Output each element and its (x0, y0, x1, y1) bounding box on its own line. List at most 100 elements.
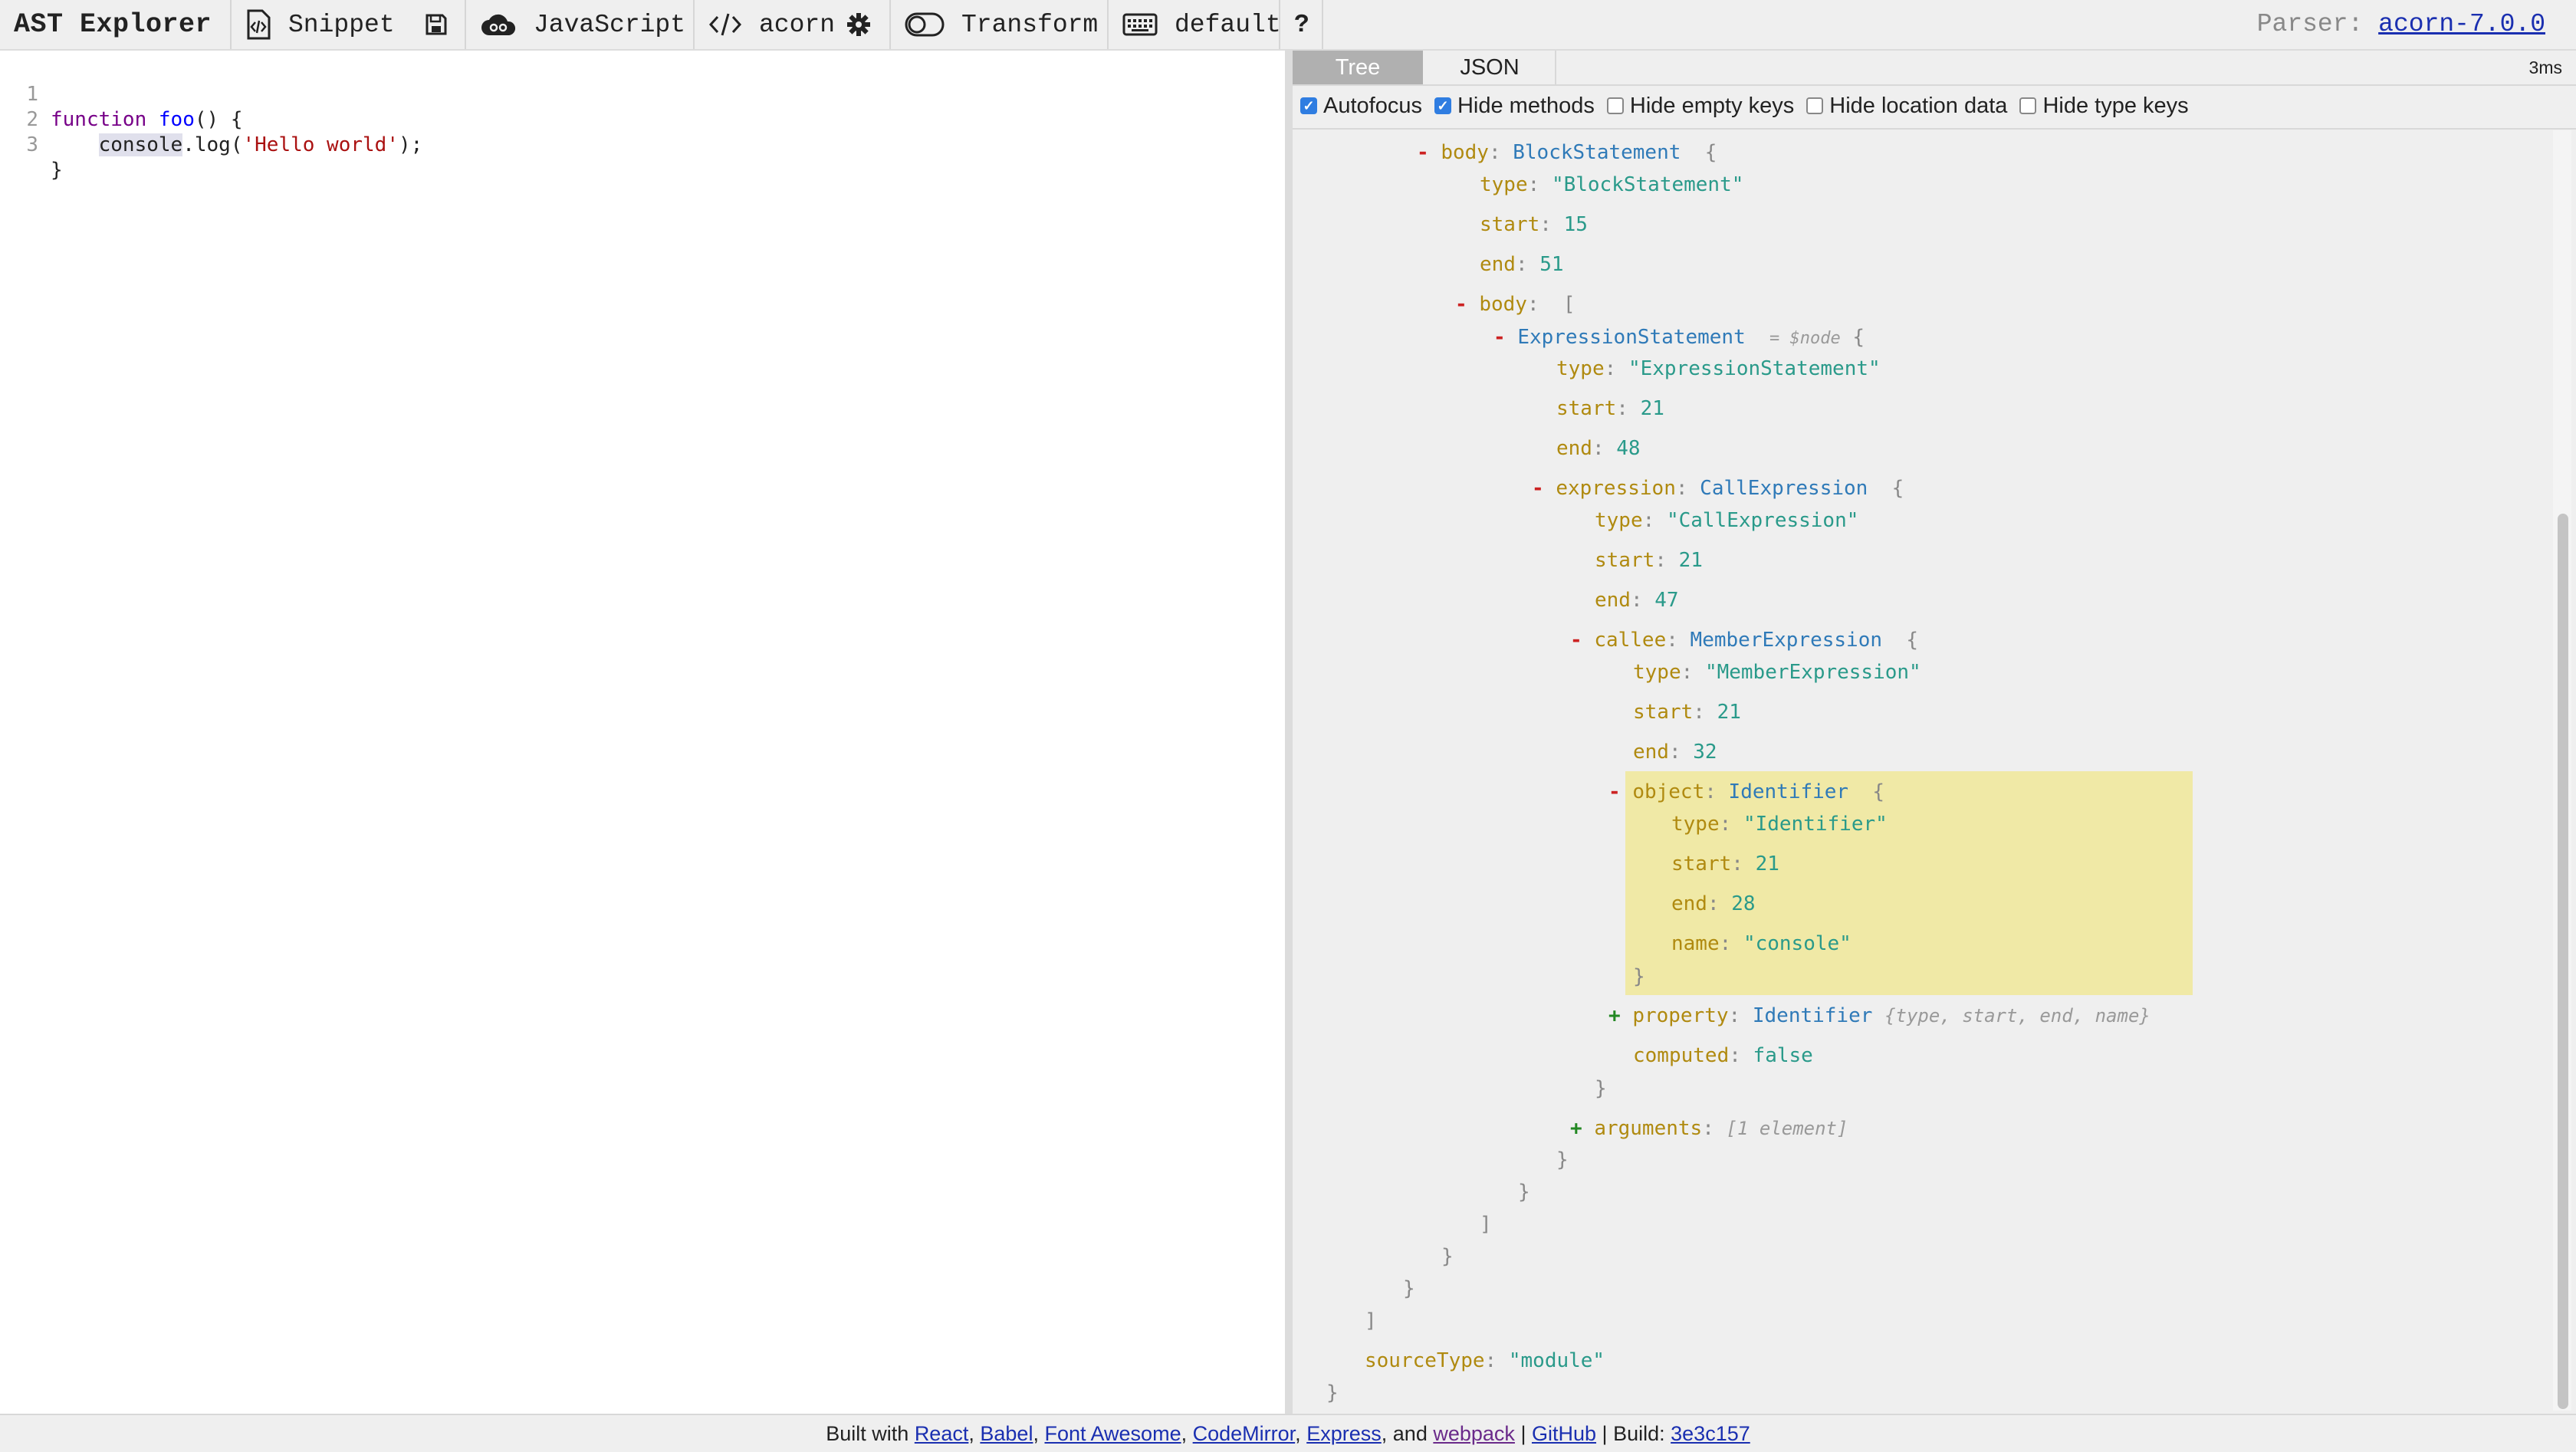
tree-node-arguments[interactable]: + arguments: [1 element] (1570, 1115, 1848, 1142)
tree-key: type (1480, 173, 1528, 196)
tree-close: } (1633, 964, 1645, 990)
help-icon: ? (1294, 10, 1309, 39)
tree-node-body-array[interactable]: - body: [ (1455, 291, 1576, 317)
code-text: .log( (182, 133, 243, 156)
express-link[interactable]: Express (1306, 1422, 1382, 1445)
collapse-toggle[interactable]: - (1570, 629, 1582, 652)
fontawesome-link[interactable]: Font Awesome (1044, 1422, 1181, 1445)
hide-type-keys-checkbox[interactable] (2019, 97, 2037, 114)
tree-bracket: ] (1480, 1213, 1492, 1236)
code-function-name: foo (158, 108, 195, 131)
babel-link[interactable]: Babel (980, 1422, 1033, 1445)
footer-comma: , (1381, 1422, 1388, 1445)
node-note: = $node (1769, 329, 1841, 348)
tree-key: start (1480, 213, 1540, 236)
tree-node-object[interactable]: - object: Identifier { (1608, 779, 1884, 805)
save-icon (425, 13, 448, 36)
tree-close: ] (1365, 1308, 1377, 1334)
github-link[interactable]: GitHub (1532, 1422, 1596, 1445)
tree-brace: { (1852, 326, 1865, 349)
tree-prop: start: 21 (1595, 549, 1703, 572)
tree-prop: end: 28 (1671, 892, 1756, 915)
tree-brace: { (1891, 477, 1904, 500)
hide-methods-checkbox[interactable] (1434, 97, 1451, 114)
tree-close: ] (1480, 1211, 1492, 1237)
collapse-toggle[interactable]: - (1417, 141, 1429, 164)
tree-node-property[interactable]: + property: Identifier {type, start, end… (1608, 1003, 2150, 1029)
tree-prop: start: 21 (1671, 852, 1779, 875)
gear-icon (846, 12, 871, 37)
tree-bracket: [ (1562, 293, 1576, 316)
tree-value: "CallExpression" (1666, 509, 1859, 532)
collapse-toggle[interactable]: - (1608, 780, 1621, 803)
tree-node-expression[interactable]: - expression: CallExpression { (1532, 475, 1904, 501)
hide-location-data-checkbox[interactable] (1806, 97, 1824, 114)
tree-prop: type: "ExpressionStatement" (1556, 357, 1881, 380)
footer-comma: , (1033, 1422, 1039, 1445)
hide-empty-keys-checkbox[interactable] (1606, 97, 1624, 114)
tree-node-type: MemberExpression (1690, 629, 1882, 652)
toggle-icon (905, 12, 945, 37)
snippet-button[interactable]: Snippet (232, 0, 411, 49)
tree-value: 47 (1654, 589, 1679, 612)
code-keyword: function (51, 108, 147, 131)
autofocus-checkbox[interactable] (1300, 97, 1317, 114)
tree-close: } (1403, 1276, 1415, 1302)
tree-key: start (1633, 701, 1694, 724)
option-label: Autofocus (1323, 93, 1422, 118)
tree-brace: } (1633, 965, 1645, 988)
parser-version-link[interactable]: acorn-7.0.0 (2378, 10, 2545, 38)
tree-bracket: ] (1365, 1309, 1377, 1332)
parser-settings-button[interactable] (833, 0, 889, 49)
tree-key: property (1632, 1004, 1729, 1027)
keymap-label: default (1175, 10, 1281, 39)
option-hide-type-keys[interactable]: Hide type keys (2019, 94, 2189, 119)
options-divider (1293, 128, 2576, 130)
tab-tree[interactable]: Tree (1293, 51, 1423, 84)
tree-value: "console" (1743, 932, 1852, 955)
tree-node-body[interactable]: - body: BlockStatement { (1417, 140, 1717, 166)
collapse-toggle[interactable]: - (1455, 293, 1467, 316)
tree-brace: } (1326, 1381, 1339, 1404)
help-button[interactable]: ? (1280, 0, 1322, 49)
tree-value: "Identifier" (1743, 813, 1888, 836)
panel-splitter[interactable] (1285, 51, 1293, 1414)
webpack-link[interactable]: webpack (1433, 1422, 1515, 1445)
tree-node-callee[interactable]: - callee: MemberExpression { (1570, 627, 1918, 653)
option-hide-location-data[interactable]: Hide location data (1806, 94, 2007, 119)
react-link[interactable]: React (915, 1422, 969, 1445)
tree-node-expression-statement[interactable]: - ExpressionStatement = $node { (1493, 324, 1865, 350)
save-button[interactable] (411, 0, 465, 49)
tree-brace: } (1518, 1181, 1530, 1204)
tab-json[interactable]: JSON (1424, 51, 1556, 84)
option-hide-empty-keys[interactable]: Hide empty keys (1606, 94, 1794, 119)
expand-toggle[interactable]: + (1608, 1004, 1621, 1027)
tree-prop: end: 32 (1633, 741, 1717, 764)
collapse-toggle[interactable]: - (1532, 477, 1544, 500)
code-editor[interactable]: 1 function foo() { 2 console.log('Hello … (0, 51, 1285, 1414)
tree-prop: sourceType: "module" (1365, 1349, 1605, 1372)
keymap-selector[interactable]: default (1109, 0, 1281, 49)
collapse-toggle[interactable]: - (1493, 326, 1506, 349)
transform-button[interactable]: Transform (891, 0, 1107, 49)
footer-separator: | (1602, 1422, 1608, 1445)
build-hash-link[interactable]: 3e3c157 (1671, 1422, 1750, 1445)
expand-toggle[interactable]: + (1570, 1117, 1582, 1140)
parse-time: 3ms (2528, 57, 2562, 77)
tree-value: 28 (1731, 892, 1756, 915)
tree-scrollbar-thumb[interactable] (2558, 514, 2568, 1409)
toolbar: AST Explorer Snippet JavaScript acorn Tr… (0, 0, 2576, 51)
option-autofocus[interactable]: Autofocus (1300, 94, 1422, 119)
tree-key: name (1671, 932, 1720, 955)
tree-key: computed (1633, 1044, 1730, 1067)
footer-text: Built with (826, 1422, 909, 1445)
tree-prop: start: 21 (1556, 397, 1664, 420)
tree-value: "MemberExpression" (1704, 661, 1921, 684)
tree-node-type: Identifier (1752, 1004, 1873, 1027)
collapsed-hint: [1 element] (1726, 1118, 1848, 1139)
option-hide-methods[interactable]: Hide methods (1434, 94, 1595, 119)
codemirror-link[interactable]: CodeMirror (1193, 1422, 1296, 1445)
tree-key: end (1556, 437, 1592, 460)
parser-selector[interactable]: acorn (695, 0, 835, 49)
language-selector[interactable]: JavaScript (466, 0, 693, 49)
